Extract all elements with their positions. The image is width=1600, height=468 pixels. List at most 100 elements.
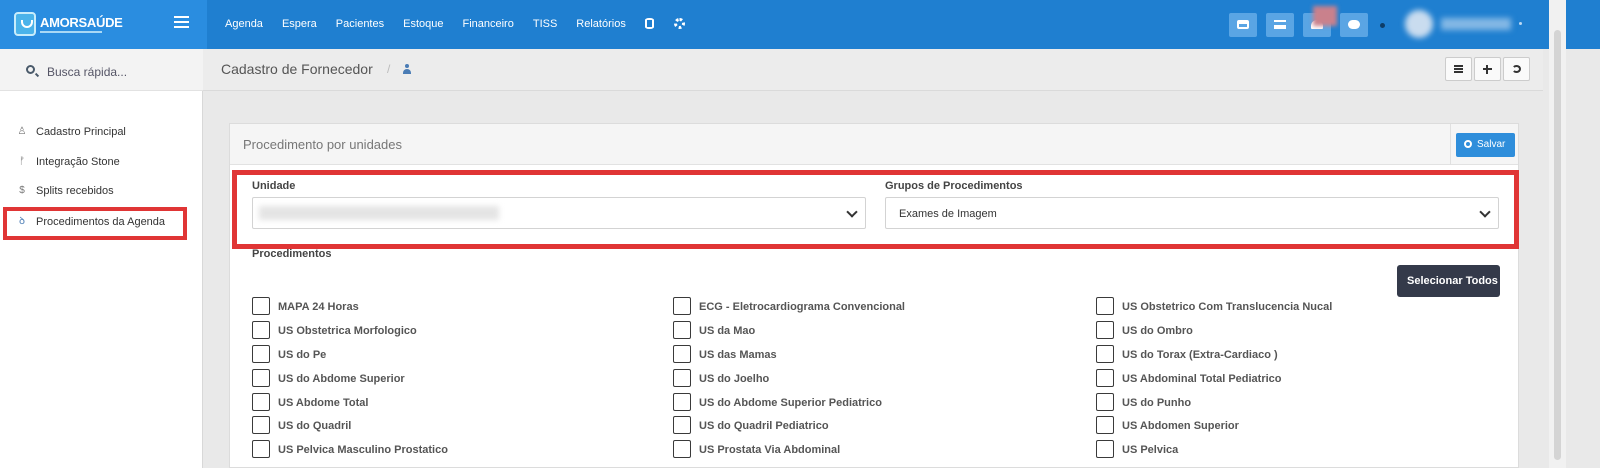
brand[interactable]: AMORSAÚDE bbox=[0, 0, 207, 49]
select-all-label: Selecionar Todos bbox=[1407, 275, 1498, 287]
history-button[interactable] bbox=[1503, 57, 1530, 81]
search-icon bbox=[26, 65, 35, 74]
scrollbar-thumb[interactable] bbox=[1554, 30, 1561, 460]
checkbox[interactable] bbox=[1096, 297, 1114, 315]
quick-search[interactable]: Busca rápida... bbox=[0, 49, 203, 91]
list-button[interactable] bbox=[1266, 13, 1294, 37]
checkbox[interactable] bbox=[673, 440, 691, 458]
checkbox[interactable] bbox=[1096, 321, 1114, 339]
procedure-label: MAPA 24 Horas bbox=[278, 301, 359, 313]
highlight-box-sidebar bbox=[3, 207, 187, 240]
checkbox[interactable] bbox=[252, 440, 270, 458]
notification-badge bbox=[1313, 6, 1337, 26]
avatar[interactable] bbox=[1405, 10, 1433, 38]
procedure-label: US do Quadril Pediatrico bbox=[699, 420, 829, 432]
sidebar-item-cadastro-principal[interactable]: ♙ Cadastro Principal bbox=[0, 120, 203, 144]
procedure-label: US do Joelho bbox=[699, 373, 770, 385]
procedure-label: US Pelvica Masculino Prostatico bbox=[278, 444, 448, 456]
inbox-icon bbox=[1237, 20, 1249, 29]
key-icon bbox=[1464, 140, 1472, 148]
procedure-label: US do Quadril bbox=[278, 420, 352, 432]
top-bar: AMORSAÚDE Agenda Espera Pacientes Estoqu… bbox=[0, 0, 1600, 49]
procedimentos-label: Procedimentos bbox=[252, 248, 332, 260]
procedure-label: US Abdominal Total Pediatrico bbox=[1122, 373, 1282, 385]
scrollbar[interactable] bbox=[1549, 0, 1566, 468]
database-icon[interactable] bbox=[644, 18, 654, 29]
divider bbox=[1450, 124, 1451, 165]
procedure-label: US das Mamas bbox=[699, 349, 777, 361]
checkbox[interactable] bbox=[252, 345, 270, 363]
checkbox[interactable] bbox=[673, 297, 691, 315]
nav-pacientes[interactable]: Pacientes bbox=[336, 18, 384, 30]
checkbox[interactable] bbox=[1096, 416, 1114, 434]
procedure-label: US Obstetrica Morfologico bbox=[278, 325, 417, 337]
status-dot bbox=[1380, 23, 1385, 28]
checkbox[interactable] bbox=[673, 369, 691, 387]
checkbox[interactable] bbox=[252, 297, 270, 315]
nav-financeiro[interactable]: Financeiro bbox=[462, 18, 513, 30]
save-button-label: Salvar bbox=[1477, 139, 1506, 150]
nav-tiss[interactable]: TISS bbox=[533, 18, 557, 30]
sidebar-item-splits-recebidos[interactable]: $ Splits recebidos bbox=[0, 179, 203, 203]
nav-estoque[interactable]: Estoque bbox=[403, 18, 443, 30]
select-all-button[interactable]: Selecionar Todos bbox=[1397, 265, 1500, 297]
dollar-icon: $ bbox=[19, 185, 25, 196]
nav-relatorios[interactable]: Relatórios bbox=[576, 18, 626, 30]
sidebar-item-label: Integração Stone bbox=[36, 156, 120, 168]
procedure-label: US do Punho bbox=[1122, 397, 1192, 409]
search-label: Busca rápida... bbox=[47, 65, 128, 79]
checkbox[interactable] bbox=[252, 321, 270, 339]
panel-header: Procedimento por unidades Salvar bbox=[230, 124, 1518, 165]
nav-agenda[interactable]: Agenda bbox=[225, 18, 263, 30]
history-icon bbox=[1512, 65, 1521, 73]
highlight-box-fields bbox=[232, 170, 1519, 249]
procedure-label: US Abdome Total bbox=[278, 397, 369, 409]
user-menu-caret-icon[interactable] bbox=[1519, 22, 1522, 25]
add-button[interactable] bbox=[1474, 57, 1501, 81]
procedure-label: US do Torax (Extra-Cardiaco ) bbox=[1122, 349, 1278, 361]
checkbox[interactable] bbox=[1096, 345, 1114, 363]
procedure-label: US Prostata Via Abdominal bbox=[699, 444, 841, 456]
checkbox[interactable] bbox=[673, 416, 691, 434]
procedure-label: US do Abdome Superior Pediatrico bbox=[699, 397, 882, 409]
list-view-button[interactable] bbox=[1445, 57, 1472, 81]
inbox-button[interactable] bbox=[1229, 13, 1257, 37]
procedure-label: US Obstetrico Com Translucencia Nucal bbox=[1122, 301, 1333, 313]
plus-icon bbox=[1483, 65, 1492, 74]
procedure-label: US Pelvica bbox=[1122, 444, 1179, 456]
checkbox[interactable] bbox=[252, 393, 270, 411]
top-nav: Agenda Espera Pacientes Estoque Financei… bbox=[225, 18, 705, 30]
list-icon bbox=[1454, 65, 1463, 73]
nav-espera[interactable]: Espera bbox=[282, 18, 317, 30]
sidebar: Busca rápida... ♙ Cadastro Principal ᚠ I… bbox=[0, 49, 203, 468]
fork-icon: ᚠ bbox=[19, 156, 25, 167]
procedure-label: ECG - Eletrocardiograma Convencional bbox=[699, 301, 905, 313]
page-header: Cadastro de Fornecedor / bbox=[203, 49, 1543, 91]
procedure-label: US do Ombro bbox=[1122, 325, 1193, 337]
building-icon: ♙ bbox=[17, 126, 27, 137]
checkbox[interactable] bbox=[1096, 393, 1114, 411]
breadcrumb-separator: / bbox=[387, 62, 391, 76]
checkbox[interactable] bbox=[673, 393, 691, 411]
page-title: Cadastro de Fornecedor bbox=[221, 61, 373, 77]
chat-icon bbox=[1348, 20, 1360, 29]
brand-tagline-bar bbox=[40, 31, 102, 33]
checkbox[interactable] bbox=[673, 321, 691, 339]
checkbox[interactable] bbox=[1096, 369, 1114, 387]
checkbox[interactable] bbox=[252, 416, 270, 434]
chat-button[interactable] bbox=[1340, 13, 1368, 37]
procedure-label: US do Pe bbox=[278, 349, 327, 361]
save-button[interactable]: Salvar bbox=[1456, 133, 1515, 157]
checkbox[interactable] bbox=[252, 369, 270, 387]
panel-title: Procedimento por unidades bbox=[243, 137, 402, 152]
procedure-label: US Abdomen Superior bbox=[1122, 420, 1239, 432]
procedure-label: US da Mao bbox=[699, 325, 756, 337]
user-name[interactable] bbox=[1441, 18, 1511, 30]
sidebar-item-integracao-stone[interactable]: ᚠ Integração Stone bbox=[0, 150, 203, 174]
menu-toggle-icon[interactable] bbox=[174, 16, 189, 28]
brand-name: AMORSAÚDE bbox=[40, 15, 123, 30]
settings-icon[interactable] bbox=[673, 18, 685, 29]
logo-icon bbox=[14, 12, 36, 36]
checkbox[interactable] bbox=[1096, 440, 1114, 458]
checkbox[interactable] bbox=[673, 345, 691, 363]
